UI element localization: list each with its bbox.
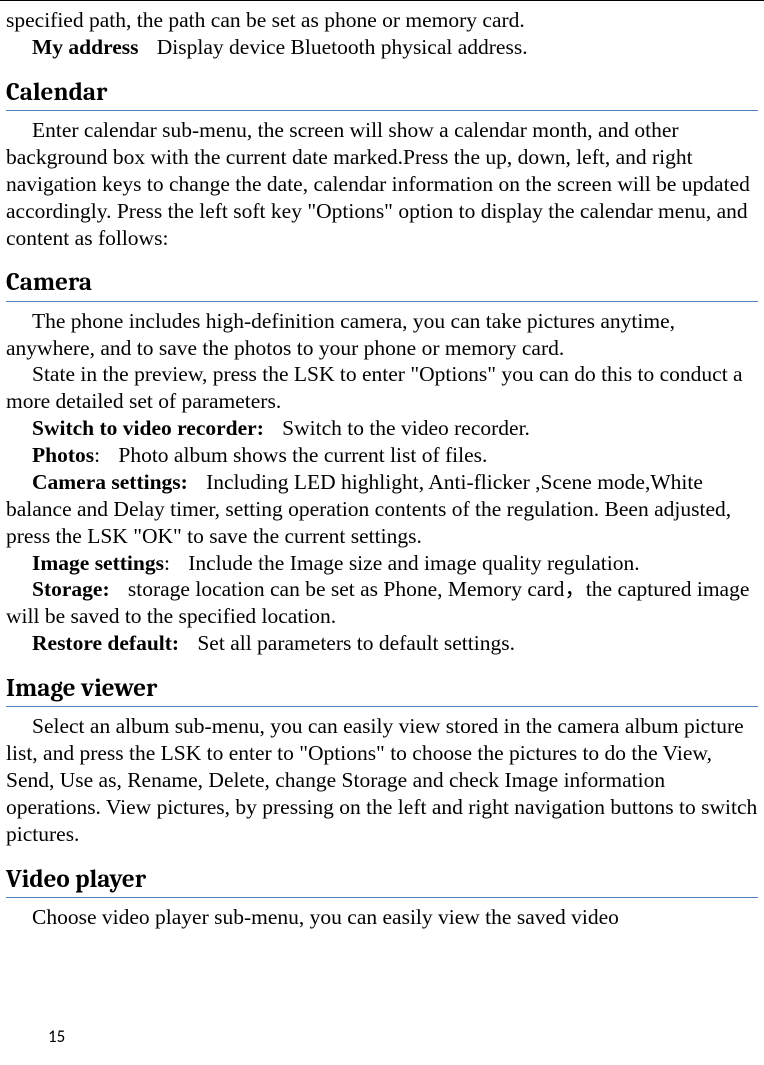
heading-image-viewer: Image viewer bbox=[6, 673, 758, 704]
imgset-desc: Include the Image size and image quality… bbox=[188, 551, 639, 575]
intro-line: specified path, the path can be set as p… bbox=[6, 7, 758, 34]
page: { "intro": { "line1": "specified path, t… bbox=[0, 0, 764, 1065]
heading-rule bbox=[6, 301, 758, 302]
heading-camera: Camera bbox=[6, 267, 758, 298]
calendar-body: Enter calendar sub-menu, the screen will… bbox=[6, 117, 758, 251]
heading-video-player: Video player bbox=[6, 864, 758, 895]
camera-p1: The phone includes high-definition camer… bbox=[6, 308, 758, 362]
camset-label: Camera settings: bbox=[32, 470, 188, 494]
heading-rule bbox=[6, 897, 758, 898]
imgset-label: Image settings bbox=[32, 551, 164, 575]
camera-p2: State in the preview, press the LSK to e… bbox=[6, 361, 758, 415]
image-settings: Image settings: Include the Image size a… bbox=[6, 550, 758, 577]
heading-calendar: Calendar bbox=[6, 77, 758, 108]
storage-label: Storage: bbox=[32, 577, 110, 601]
image-viewer-body: Select an album sub-menu, you can easily… bbox=[6, 713, 758, 847]
camera-photos: Photos: Photo album shows the current li… bbox=[6, 442, 758, 469]
camera-settings: Camera settings: Including LED highlight… bbox=[6, 469, 758, 550]
switch-label: Switch to video recorder: bbox=[32, 416, 264, 440]
video-player-body: Choose video player sub-menu, you can ea… bbox=[6, 904, 758, 931]
storage-desc: storage location can be set as Phone, Me… bbox=[6, 577, 749, 628]
photos-label: Photos bbox=[32, 443, 94, 467]
page-number: 15 bbox=[48, 1026, 65, 1047]
restore-desc: Set all parameters to default settings. bbox=[197, 631, 515, 655]
my-address-desc: Display device Bluetooth physical addres… bbox=[157, 35, 528, 59]
restore-label: Restore default: bbox=[32, 631, 179, 655]
camera-switch: Switch to video recorder: Switch to the … bbox=[6, 415, 758, 442]
storage: Storage: storage location can be set as … bbox=[6, 576, 758, 630]
switch-desc: Switch to the video recorder. bbox=[282, 416, 530, 440]
restore-default: Restore default: Set all parameters to d… bbox=[6, 630, 758, 657]
heading-rule bbox=[6, 706, 758, 707]
heading-rule bbox=[6, 110, 758, 111]
my-address-line: My address Display device Bluetooth phys… bbox=[6, 34, 758, 61]
my-address-label: My address bbox=[32, 35, 139, 59]
photos-desc: Photo album shows the current list of fi… bbox=[118, 443, 487, 467]
